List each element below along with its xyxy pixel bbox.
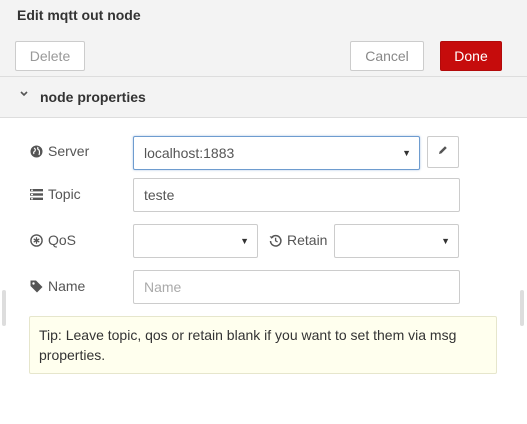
edit-server-button[interactable] — [427, 136, 459, 168]
retain-label: Retain — [287, 232, 328, 248]
delete-button[interactable]: Delete — [15, 41, 85, 71]
dropdown-arrow-icon: ▼ — [402, 148, 411, 158]
server-label-row: Server — [30, 143, 89, 159]
name-label: Name — [48, 278, 86, 294]
dialog-title: Edit mqtt out node — [17, 7, 141, 23]
pencil-icon — [437, 143, 449, 161]
qos-label-row: QoS — [30, 232, 76, 248]
asterisk-circle-icon — [30, 233, 43, 247]
topic-label-row: Topic — [30, 186, 81, 202]
tip-text: Tip: Leave topic, qos or retain blank if… — [39, 327, 457, 363]
dialog-toolbar: Delete Cancel Done — [0, 34, 527, 77]
dropdown-arrow-icon: ▼ — [441, 236, 450, 246]
left-scroll-handle[interactable] — [2, 290, 6, 326]
qos-label: QoS — [48, 232, 77, 248]
qos-select[interactable]: ▼ — [133, 224, 258, 258]
history-icon — [269, 234, 282, 247]
globe-icon — [30, 145, 43, 158]
name-placeholder: Name — [144, 279, 182, 295]
retain-select[interactable]: ▼ — [334, 224, 459, 258]
server-label: Server — [48, 143, 90, 159]
dropdown-arrow-icon: ▼ — [240, 236, 249, 246]
properties-form: Server localhost:1883 ▼ Topic teste QoS … — [0, 118, 527, 424]
name-input[interactable]: Name — [133, 270, 460, 304]
tip-box: Tip: Leave topic, qos or retain blank if… — [29, 316, 497, 374]
dialog-header: Edit mqtt out node — [0, 0, 527, 35]
topic-value: teste — [144, 187, 175, 203]
retain-label-row: Retain — [269, 232, 327, 248]
topic-label: Topic — [48, 186, 81, 202]
tag-icon — [30, 280, 43, 293]
right-scroll-handle[interactable] — [520, 290, 524, 326]
chevron-down-icon — [19, 89, 29, 102]
server-select[interactable]: localhost:1883 ▼ — [133, 136, 420, 170]
topic-input[interactable]: teste — [133, 178, 460, 212]
section-title: node properties — [40, 89, 146, 105]
node-properties-section-header[interactable]: node properties — [0, 77, 527, 118]
done-button[interactable]: Done — [440, 41, 502, 71]
server-value: localhost:1883 — [144, 145, 235, 161]
cancel-button[interactable]: Cancel — [350, 41, 424, 71]
list-icon — [30, 188, 43, 201]
name-label-row: Name — [30, 278, 85, 294]
